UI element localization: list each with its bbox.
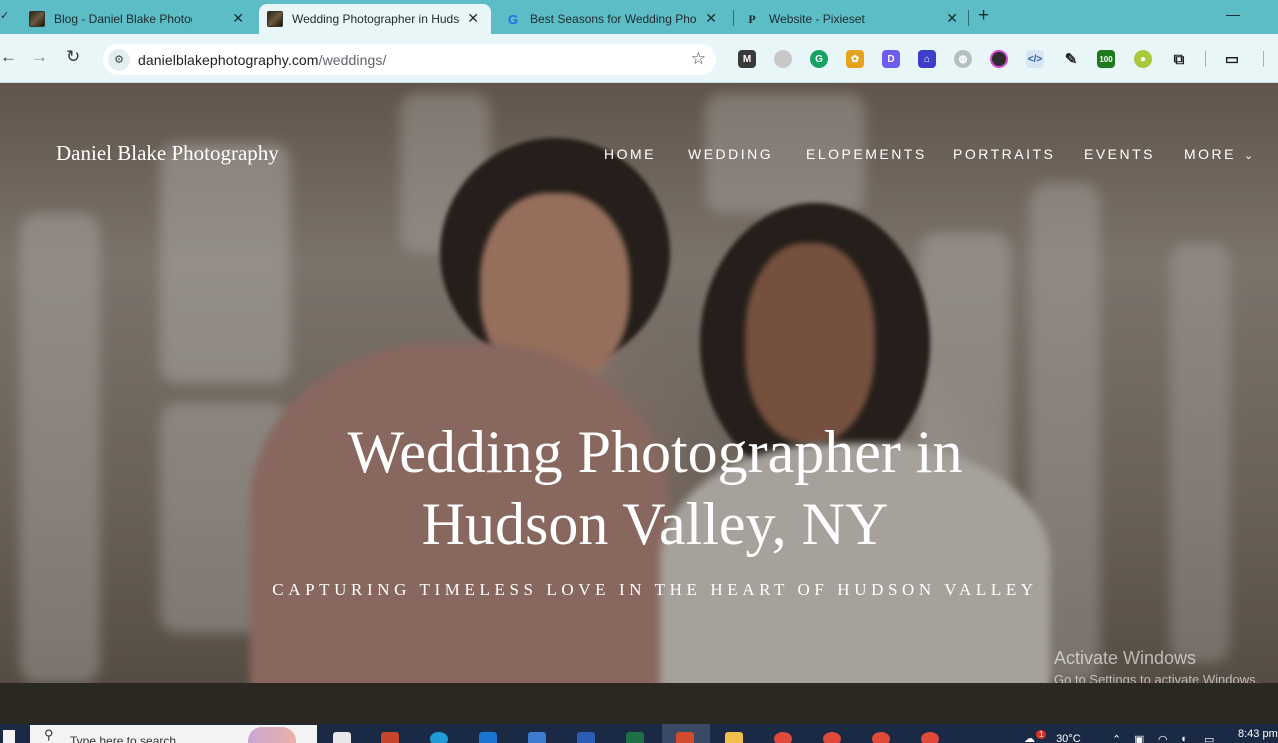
url-text[interactable]: danielblakephotography.com/weddings/	[138, 52, 387, 68]
eyedropper-icon[interactable]: ✎	[1062, 50, 1080, 68]
chrome-icon[interactable]	[872, 732, 890, 743]
lightbulb-extension-icon[interactable]: ●	[1134, 50, 1152, 68]
tab-title: Best Seasons for Wedding Photography	[530, 12, 696, 26]
task-view-icon[interactable]	[333, 732, 351, 743]
excel-icon[interactable]	[626, 732, 644, 743]
extensions-puzzle-icon[interactable]: ⧉	[1170, 50, 1188, 68]
hero-heading-line2: Hudson Valley, NY	[421, 491, 889, 557]
photo-favicon-icon	[29, 11, 45, 27]
pixieset-icon: P	[748, 11, 756, 26]
chrome-icon[interactable]	[823, 732, 841, 743]
color-picker-icon[interactable]	[990, 50, 1008, 68]
tab-strip: ✓ Blog - Daniel Blake Photography ✕ Wedd…	[0, 0, 1278, 34]
hero-heading-line1: Wedding Photographer in	[347, 419, 963, 485]
tab-title: Wedding Photographer in Hudson Valley	[292, 12, 460, 26]
nav-home[interactable]: HOME	[604, 146, 656, 162]
score-extension-icon[interactable]: 100	[1097, 50, 1115, 68]
activate-line2: Go to Settings to activate Windows.	[1054, 672, 1260, 683]
nav-more[interactable]: MORE ⌄	[1184, 146, 1253, 162]
mail-icon[interactable]	[479, 732, 497, 743]
reload-icon[interactable]: ↻	[66, 47, 80, 67]
site-title[interactable]: Daniel Blake Photography	[56, 141, 279, 166]
browser-toolbar: ← → ↻ ⚙ danielblakephotography.com/weddi…	[0, 34, 1278, 103]
windows-taskbar: ⚲ Type here to search ☁ 1 30°C ⌃ ▣ ◠ ◖ ▭…	[0, 724, 1278, 743]
search-placeholder: Type here to search	[70, 734, 177, 743]
search-highlight-art	[248, 727, 296, 743]
nav-wedding[interactable]: WEDDING	[688, 146, 773, 162]
tab-close-icon[interactable]: ✕	[232, 10, 244, 27]
tab-close-icon[interactable]: ✕	[705, 10, 717, 27]
hero-section: Daniel Blake Photography HOME WEDDING EL…	[0, 83, 1278, 683]
tab-search-icon[interactable]: ✓	[0, 9, 9, 22]
weather-widget[interactable]: ☁ 1 30°C	[1024, 730, 1081, 743]
hero-subheading: CAPTURING TIMELESS LOVE IN THE HEART OF …	[272, 580, 1038, 599]
powerpoint-icon[interactable]	[381, 732, 399, 743]
activate-windows-watermark: Activate Windows Go to Settings to activ…	[1054, 648, 1259, 683]
edge-icon[interactable]	[430, 732, 448, 743]
tab-weddings[interactable]: Wedding Photographer in Hudson Valley ✕	[259, 4, 491, 34]
hero-heading: Wedding Photographer in Hudson Valley, N…	[255, 416, 1055, 560]
address-bar[interactable]: ⚙ danielblakephotography.com/weddings/ ☆	[103, 44, 716, 75]
reading-list-icon[interactable]: ▭	[1223, 50, 1241, 68]
code-extension-icon[interactable]: </>	[1026, 50, 1044, 68]
nav-more-label: MORE	[1184, 146, 1236, 162]
bookmark-star-icon[interactable]: ☆	[691, 49, 706, 69]
activate-line1: Activate Windows	[1054, 648, 1197, 668]
cloud-icon: ☁	[1024, 733, 1035, 743]
new-tab-button[interactable]: +	[978, 5, 989, 27]
word-icon[interactable]	[577, 732, 595, 743]
nav-portraits[interactable]: PORTRAITS	[953, 146, 1055, 162]
tab-separator	[733, 10, 734, 26]
url-host: danielblakephotography.com	[138, 51, 319, 68]
globe-icon[interactable]: ◍	[954, 50, 972, 68]
taskbar-search[interactable]: ⚲ Type here to search	[30, 725, 317, 743]
nav-events[interactable]: EVENTS	[1084, 146, 1155, 162]
tab-close-icon[interactable]: ✕	[946, 10, 958, 27]
wifi-icon[interactable]: ◠	[1158, 733, 1168, 743]
tab-separator	[968, 10, 969, 26]
url-path: /weddings/	[318, 51, 387, 68]
school-extension-icon[interactable]: ⌂	[918, 50, 936, 68]
tray-chevron-up-icon[interactable]: ⌃	[1112, 733, 1121, 743]
store-icon[interactable]	[528, 732, 546, 743]
toolbar-separator	[1263, 51, 1264, 67]
volume-icon[interactable]: ◖	[1180, 733, 1187, 743]
moon-extension-icon[interactable]	[774, 50, 792, 68]
honey-extension-icon[interactable]: ✿	[846, 50, 864, 68]
tab-pixieset[interactable]: P Website - Pixieset ✕	[738, 4, 970, 34]
photo-favicon-icon	[267, 11, 283, 27]
site-info-icon[interactable]: ⚙	[108, 48, 130, 71]
dashlane-icon[interactable]: D	[882, 50, 900, 68]
acrobat-icon[interactable]	[676, 732, 694, 743]
back-arrow-icon[interactable]: ←	[0, 47, 17, 67]
toolbar-separator	[1205, 51, 1206, 67]
tab-title: Blog - Daniel Blake Photography	[54, 12, 192, 26]
chevron-down-icon: ⌄	[1244, 150, 1254, 162]
forward-arrow-icon[interactable]: →	[31, 47, 48, 67]
tab-blog[interactable]: Blog - Daniel Blake Photography ✕	[20, 4, 256, 34]
nav-elopements[interactable]: ELOPEMENTS	[806, 146, 927, 162]
minimize-button[interactable]: —	[1226, 6, 1240, 22]
page-dark-band	[0, 683, 1278, 724]
google-icon: G	[507, 11, 519, 27]
weather-badge: 1	[1036, 730, 1047, 739]
chrome-icon[interactable]	[921, 732, 939, 743]
search-icon: ⚲	[44, 727, 54, 742]
network-icon[interactable]: ▣	[1134, 733, 1144, 743]
weather-temp: 30°C	[1056, 733, 1081, 743]
file-explorer-icon[interactable]	[725, 732, 743, 743]
tab-title: Website - Pixieset	[769, 12, 865, 26]
tab-best-seasons[interactable]: G Best Seasons for Wedding Photography ✕	[497, 4, 729, 34]
grammarly-icon[interactable]: G	[810, 50, 828, 68]
windows-start-icon[interactable]	[3, 730, 15, 743]
tab-close-icon[interactable]: ✕	[467, 10, 479, 27]
gmail-extension-icon[interactable]: M	[738, 50, 756, 68]
battery-icon[interactable]: ▭	[1204, 733, 1214, 743]
chrome-icon[interactable]	[774, 732, 792, 743]
taskbar-clock[interactable]: 8:43 pm	[1238, 728, 1278, 740]
